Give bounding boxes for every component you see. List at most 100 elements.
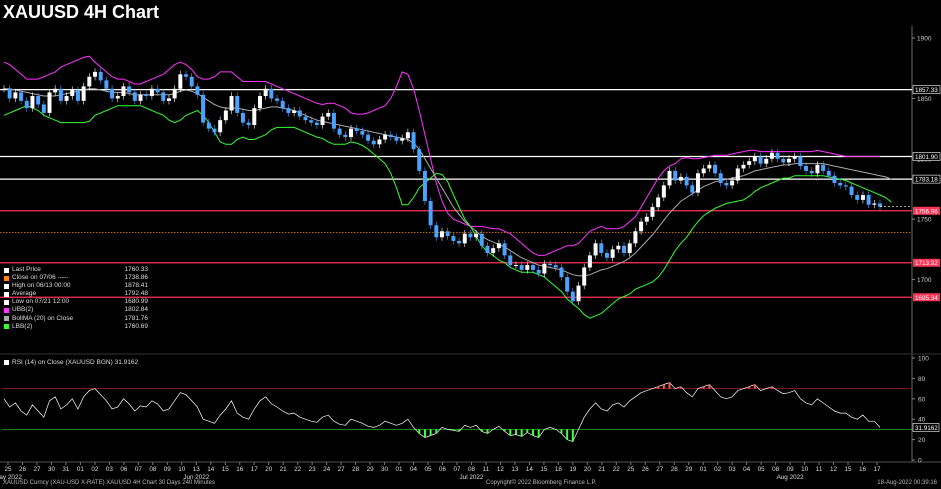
candle-body (98, 71, 103, 81)
candle-body (252, 108, 257, 126)
legend-row: Average 1792.48 (4, 290, 148, 298)
x-tick-label: 20 (265, 466, 273, 473)
x-tick-label: 08 (149, 466, 157, 473)
candle-body (548, 263, 553, 266)
candle-body (280, 100, 285, 109)
legend-label: Low on 07/21 12:00 (12, 298, 70, 306)
price-tick-label: 1850 (917, 96, 932, 103)
candle-body (519, 265, 524, 270)
candle-body (531, 265, 536, 270)
candle-body (104, 80, 109, 89)
candle-body (138, 94, 143, 101)
x-tick-label: 27 (656, 466, 664, 473)
candle-body (513, 265, 518, 267)
candle-body (206, 122, 211, 129)
candle-body (695, 173, 700, 193)
candle-body (741, 164, 746, 169)
x-tick-label: 15 (222, 466, 230, 473)
legend-label: Close on 07/06 ----- (12, 274, 69, 282)
candle-body (701, 168, 706, 174)
candle-body (525, 265, 530, 270)
rsi-legend: RSI (14) on Close (XAUUSD BGN) 31.9162 (4, 359, 138, 366)
candle-body (337, 128, 342, 135)
candle-body (434, 225, 439, 238)
x-tick-label: 09 (164, 466, 172, 473)
legend-row: LBB(2) 1760.69 (4, 323, 148, 331)
rsi-tick-label: 20 (918, 437, 926, 444)
candle-body (724, 182, 729, 186)
candle-body (604, 252, 609, 258)
candle-body (2, 88, 6, 90)
footer-right: 18-Aug-2022 00:39:16 (877, 480, 937, 486)
candle-body (354, 128, 359, 132)
x-tick-label: 11 (483, 466, 490, 473)
candle-body (508, 255, 513, 266)
legend-label: LBB(2) (12, 322, 33, 330)
candle-body (195, 86, 200, 95)
x-tick-label: 13 (511, 466, 519, 473)
candle-body (485, 245, 490, 253)
x-tick-label: 04 (410, 466, 418, 473)
candle-body (371, 140, 376, 145)
chart-svg: 190018501800175017001008060402001857.331… (0, 26, 941, 481)
x-tick-label: 01 (77, 466, 85, 473)
candle-body (878, 203, 882, 207)
candle-body (622, 245, 627, 253)
candle-body (684, 176, 689, 186)
candle-body (661, 185, 666, 198)
x-tick-label: 22 (613, 466, 621, 473)
candle-body (707, 164, 712, 169)
x-tick-label: 16 (859, 466, 867, 473)
candle-body (132, 92, 137, 101)
x-tick-label: 12 (497, 466, 505, 473)
x-tick-label: 17 (873, 466, 881, 473)
legend-value: 1738.86 (124, 274, 149, 282)
candle-body (417, 149, 422, 171)
candle-body (832, 175, 837, 183)
x-tick-label: 19 (569, 466, 577, 473)
x-tick-label: 29 (367, 466, 375, 473)
x-tick-label: 11 (816, 466, 823, 473)
candle-body (678, 176, 683, 181)
candle-body (445, 231, 450, 237)
footer-center: Copyright© 2022 Bloomberg Finance L.P. (486, 480, 597, 486)
candle-body (235, 96, 240, 113)
candle-body (400, 138, 405, 141)
candle-body (178, 74, 183, 89)
candle-body (144, 94, 149, 97)
x-tick-label: 28 (352, 466, 360, 473)
candle-body (451, 236, 456, 241)
candle-body (41, 104, 46, 113)
x-tick-label: 01 (700, 466, 708, 473)
candle-body (502, 243, 507, 256)
candle-body (360, 131, 365, 135)
level-label: 1783.18 (915, 177, 938, 184)
price-tick-label: 1700 (917, 277, 932, 284)
candle-body (610, 249, 615, 258)
x-tick-label: 27 (33, 466, 41, 473)
x-tick-label: 08 (772, 466, 780, 473)
candle-body (240, 112, 245, 123)
rsi-last-label: 31.9162 (915, 425, 938, 432)
x-tick-label: 03 (729, 466, 737, 473)
candle-body (405, 132, 410, 139)
x-tick-label: 14 (526, 466, 534, 473)
x-tick-label: 28 (671, 466, 679, 473)
candle-body (87, 76, 92, 87)
candle-body (616, 245, 621, 250)
candle-body (7, 88, 12, 99)
x-month-label: Jul 2022 (460, 474, 484, 481)
rsi-tick-label: 40 (918, 417, 926, 424)
candle-body (849, 186, 854, 196)
price-tick-label: 1750 (917, 217, 932, 224)
x-tick-label: 26 (19, 466, 27, 473)
candle-body (576, 285, 581, 302)
candle-body (166, 98, 171, 101)
chart-title: XAUUSD 4H Chart (3, 2, 160, 22)
candle-body (81, 86, 86, 101)
candle-body (673, 170, 678, 181)
candle-body (155, 88, 160, 93)
x-tick-label: 12 (830, 466, 838, 473)
candle-body (570, 291, 575, 302)
candle-body (348, 128, 353, 138)
